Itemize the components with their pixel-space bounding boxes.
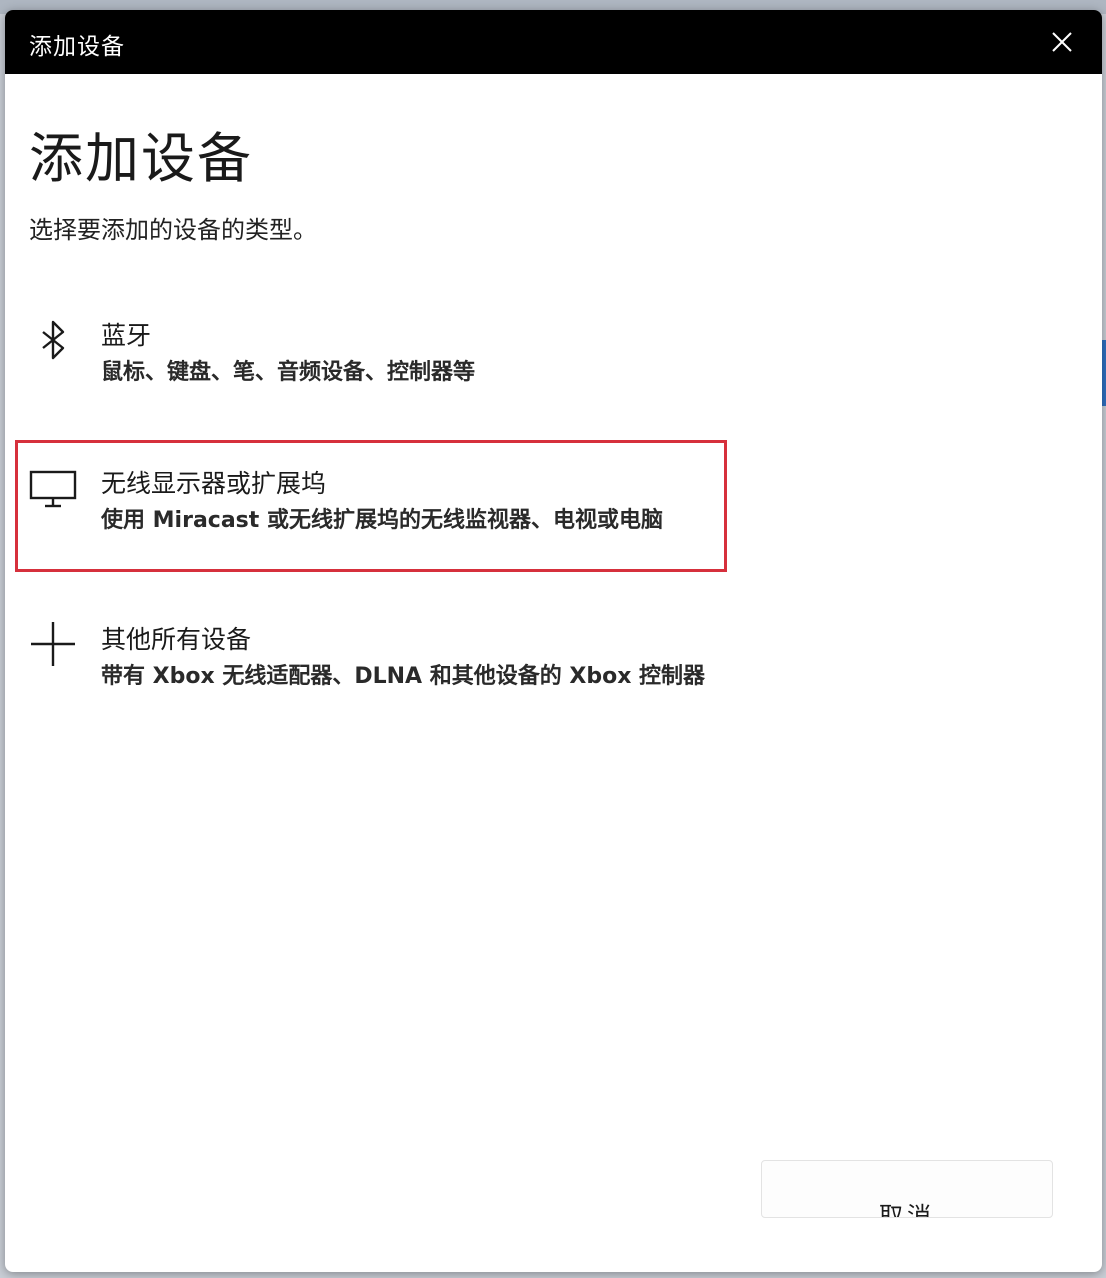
cancel-button[interactable]: 取消 xyxy=(761,1160,1053,1218)
option-everything-else[interactable]: 其他所有设备 带有 Xbox 无线适配器、DLNA 和其他设备的 Xbox 控制… xyxy=(17,606,729,726)
option-title: 其他所有设备 xyxy=(101,625,252,654)
dialog-subtitle: 选择要添加的设备的类型。 xyxy=(29,216,317,244)
option-title: 蓝牙 xyxy=(101,321,152,350)
title-bar: 添加设备 xyxy=(5,10,1102,74)
close-button[interactable] xyxy=(1040,22,1084,62)
option-description: 鼠标、键盘、笔、音频设备、控制器等 xyxy=(101,360,476,385)
highlight-box xyxy=(15,440,727,572)
option-description: 带有 Xbox 无线适配器、DLNA 和其他设备的 Xbox 控制器 xyxy=(101,664,706,689)
dialog-heading: 添加设备 xyxy=(29,127,253,190)
window-title: 添加设备 xyxy=(29,34,125,60)
plus-icon xyxy=(31,622,75,666)
option-bluetooth[interactable]: 蓝牙 鼠标、键盘、笔、音频设备、控制器等 xyxy=(17,298,729,418)
cancel-label: 取消 xyxy=(879,1202,935,1218)
add-device-dialog: 添加设备 添加设备 选择要添加的设备的类型。 蓝牙 鼠标、键盘、笔、音频设备、控… xyxy=(5,10,1102,1272)
bluetooth-icon xyxy=(42,320,65,360)
close-icon xyxy=(1052,32,1072,52)
